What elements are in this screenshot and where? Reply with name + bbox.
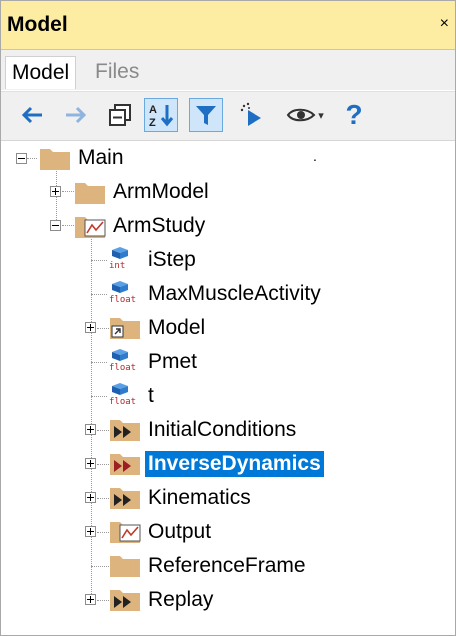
folder-icon (40, 149, 70, 170)
toolbar: AZ ▾ ? (1, 91, 455, 141)
operation-folder-icon (110, 420, 140, 441)
tree-item-label: Replay (148, 588, 214, 611)
tree-item-pmet[interactable]: Pmet (145, 345, 200, 379)
expand-toggle[interactable] (85, 424, 96, 435)
tab-files[interactable]: Files (89, 56, 145, 88)
chevron-down-icon: ▾ (318, 109, 324, 122)
type-label: float (109, 363, 137, 373)
collapse-toggle[interactable] (50, 220, 61, 231)
tree-item-label: Output (148, 520, 212, 543)
model-tree: Main . ArmModel ArmStudy int iStep float… (1, 140, 455, 634)
tree-item-label: iStep (148, 248, 196, 271)
tree-item-label: Main (78, 146, 124, 169)
sort-button[interactable]: AZ (144, 98, 178, 132)
tree-item-label: Pmet (148, 350, 198, 373)
eye-icon (287, 108, 316, 122)
folder-icon (110, 556, 140, 577)
tree-item-output[interactable]: Output (145, 515, 214, 549)
tree-item-label: ArmModel (113, 180, 209, 203)
tree-item-istep[interactable]: iStep (145, 243, 199, 277)
run-button[interactable] (235, 98, 269, 132)
folder-icon (75, 183, 105, 204)
tree-item-label: InverseDynamics (145, 451, 324, 477)
collapse-toggle[interactable] (16, 153, 27, 164)
variable-icon (112, 281, 128, 293)
tab-model[interactable]: Model (5, 56, 77, 89)
variable-icon (112, 247, 128, 259)
operation-folder-icon (110, 590, 140, 611)
variable-icon (112, 349, 128, 361)
type-label: float (109, 295, 137, 305)
filter-button[interactable] (189, 98, 223, 132)
model-panel: Model × Model Files AZ ▾ ? Main . ArmMod… (0, 0, 456, 636)
type-label: int (109, 261, 126, 271)
tree-item-label: Kinematics (148, 486, 251, 509)
tree-item-replay[interactable]: Replay (145, 583, 216, 617)
expand-toggle[interactable] (85, 322, 96, 333)
expand-toggle[interactable] (85, 594, 96, 605)
tree-item-t[interactable]: t (145, 379, 157, 413)
tree-item-label: MaxMuscleActivity (148, 282, 321, 305)
back-arrow-icon (21, 106, 42, 124)
tree-item-label: ArmStudy (113, 214, 206, 237)
run-cursor-icon (240, 102, 261, 126)
type-label: float (109, 397, 137, 407)
tree-item-kinematics[interactable]: Kinematics (145, 481, 254, 515)
operation-folder-icon (110, 488, 140, 509)
help-icon: ? (345, 99, 363, 130)
svg-text:A: A (149, 104, 157, 116)
operation-folder-icon (110, 454, 140, 475)
tree-item-maxmuscleactivity[interactable]: MaxMuscleActivity (145, 277, 324, 311)
collapse-all-icon (109, 104, 131, 126)
tree-item-referenceframe[interactable]: ReferenceFrame (145, 549, 309, 583)
expand-toggle[interactable] (85, 526, 96, 537)
panel-titlebar: Model × (1, 1, 455, 50)
help-button[interactable]: ? (337, 98, 371, 132)
tree-item-main[interactable]: Main (75, 141, 127, 175)
tree-item-label: InitialConditions (148, 418, 297, 441)
dot-mark: . (313, 148, 317, 164)
reference-folder-icon (110, 318, 140, 339)
sort-az-icon: AZ (149, 104, 174, 129)
study-folder-icon (75, 217, 106, 238)
svg-text:Z: Z (149, 117, 156, 129)
tree-item-label: ReferenceFrame (148, 554, 306, 577)
expand-toggle[interactable] (85, 492, 96, 503)
tree-item-label: t (148, 384, 154, 407)
tree-item-inversedynamics[interactable]: InverseDynamics (145, 447, 324, 481)
filter-icon (196, 106, 216, 125)
output-folder-icon (110, 522, 141, 543)
close-icon[interactable]: × (440, 15, 449, 33)
back-button[interactable] (15, 98, 49, 132)
variable-icon (112, 383, 128, 395)
expand-toggle[interactable] (50, 186, 61, 197)
tree-item-label: Model (148, 316, 206, 339)
collapse-all-button[interactable] (103, 98, 137, 132)
forward-arrow-icon (66, 106, 87, 124)
view-options-button[interactable]: ▾ (281, 98, 329, 132)
tree-item-initialconditions[interactable]: InitialConditions (145, 413, 299, 447)
tree-item-model[interactable]: Model (145, 311, 208, 345)
panel-title: Model (7, 13, 68, 36)
expand-toggle[interactable] (85, 458, 96, 469)
tab-strip: Model Files (1, 50, 455, 90)
tree-item-armstudy[interactable]: ArmStudy (110, 209, 208, 243)
forward-button[interactable] (59, 98, 93, 132)
tree-item-armmodel[interactable]: ArmModel (110, 175, 212, 209)
